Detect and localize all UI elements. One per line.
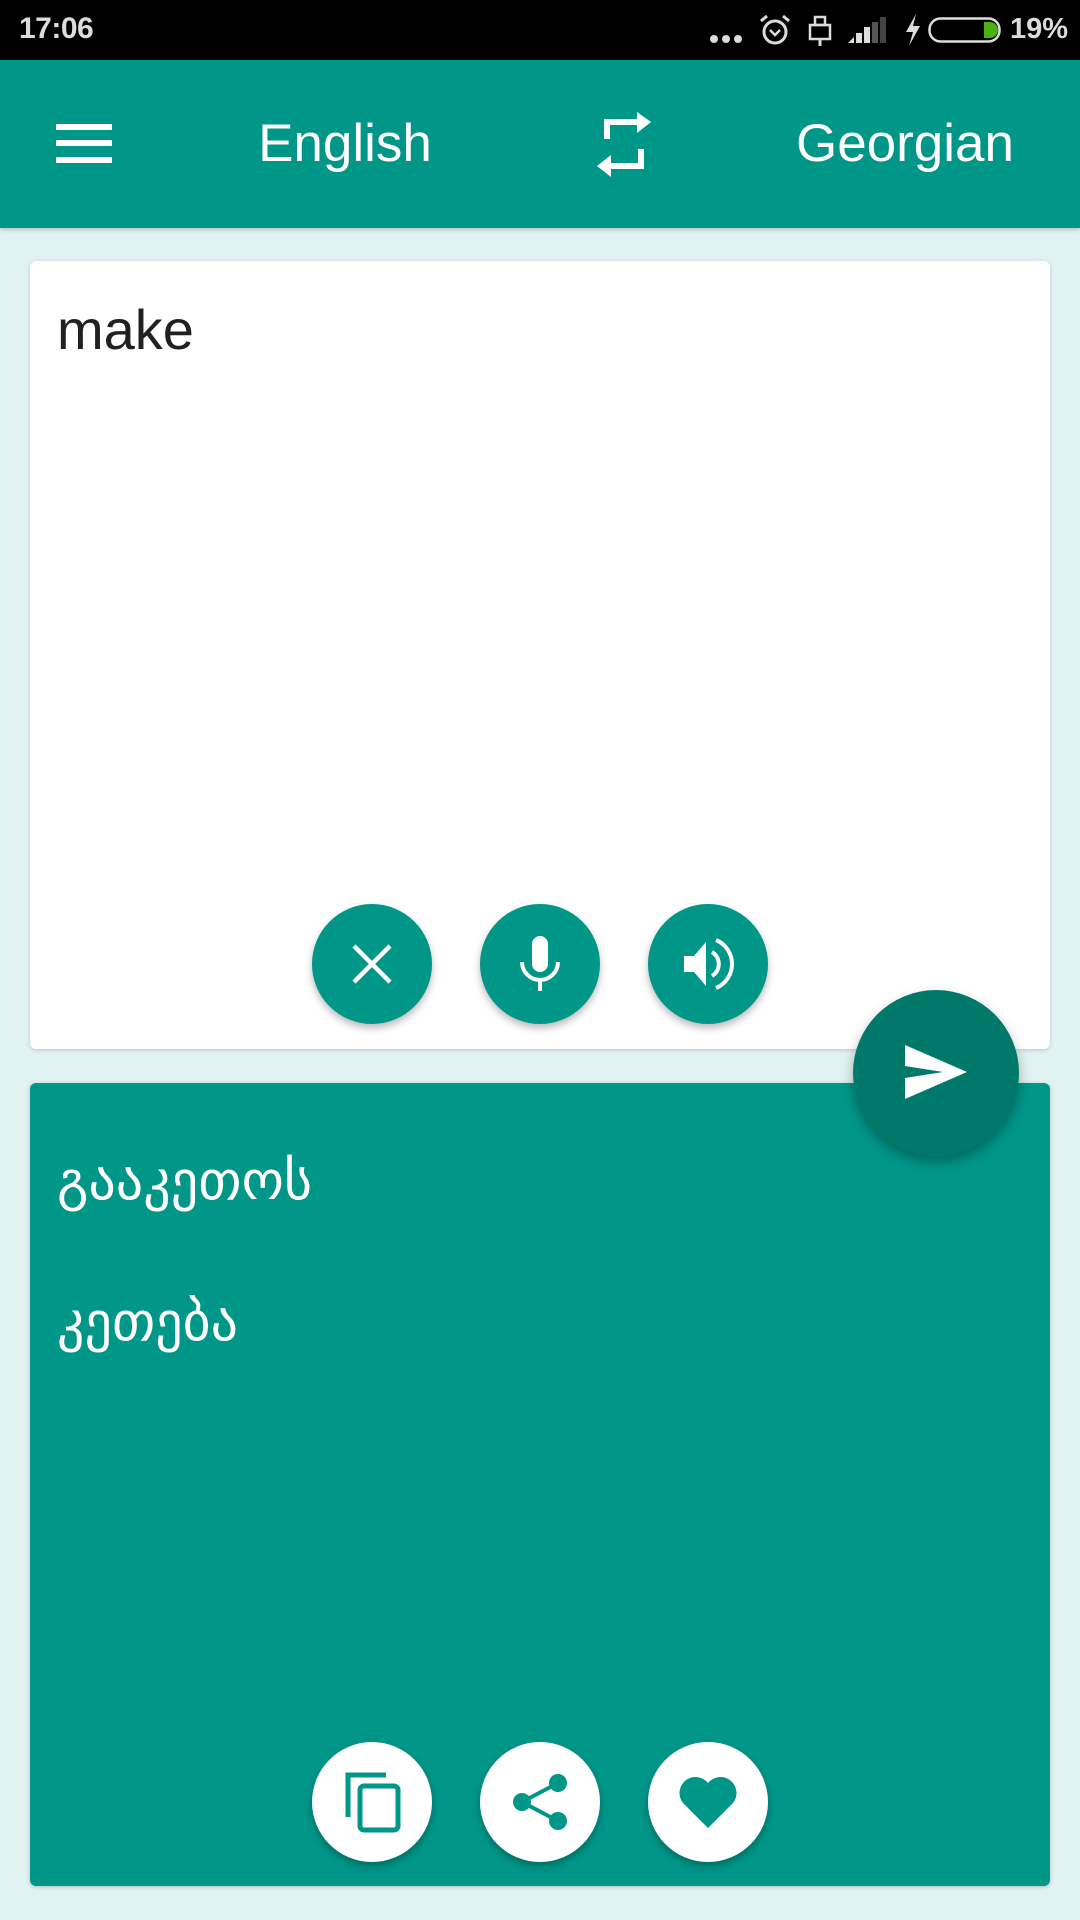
send-icon xyxy=(905,1045,967,1099)
swap-languages-icon xyxy=(597,112,651,177)
translation-result: გააკეთოს xyxy=(57,1149,313,1212)
status-time: 17:06 xyxy=(19,12,94,45)
swap-languages-button[interactable] xyxy=(580,100,668,188)
favorite-button[interactable] xyxy=(648,1742,768,1862)
translate-button[interactable] xyxy=(853,990,1019,1156)
app-bar: English Georgian xyxy=(0,60,1080,228)
battery-percent: 19% xyxy=(1010,13,1069,45)
speak-button[interactable] xyxy=(648,904,768,1024)
status-bar: 17:06 19% xyxy=(0,0,1080,60)
output-card: გააკეთოს კეთება xyxy=(30,1083,1050,1886)
menu-button[interactable] xyxy=(40,100,128,188)
status-icons: 19% xyxy=(700,0,1080,60)
voice-input-button[interactable] xyxy=(480,904,600,1024)
heart-icon xyxy=(679,1776,737,1828)
translation-result: კეთება xyxy=(57,1290,239,1353)
source-text-input[interactable] xyxy=(57,297,1017,362)
clear-button[interactable] xyxy=(312,904,432,1024)
copy-button[interactable] xyxy=(312,1742,432,1862)
more-notifications-icon xyxy=(710,35,742,43)
usb-icon xyxy=(808,15,832,46)
close-icon xyxy=(352,944,392,984)
share-button[interactable] xyxy=(480,1742,600,1862)
share-icon xyxy=(513,1774,567,1830)
microphone-icon xyxy=(520,936,560,991)
copy-icon xyxy=(345,1772,401,1833)
input-card xyxy=(30,261,1050,1049)
signal-icon xyxy=(848,17,886,43)
source-language-button[interactable]: English xyxy=(230,110,460,178)
speaker-icon xyxy=(684,938,734,990)
alarm-icon xyxy=(760,14,790,45)
target-language-button[interactable]: Georgian xyxy=(770,110,1040,178)
battery-icon xyxy=(928,17,1001,43)
charging-icon xyxy=(906,14,920,46)
